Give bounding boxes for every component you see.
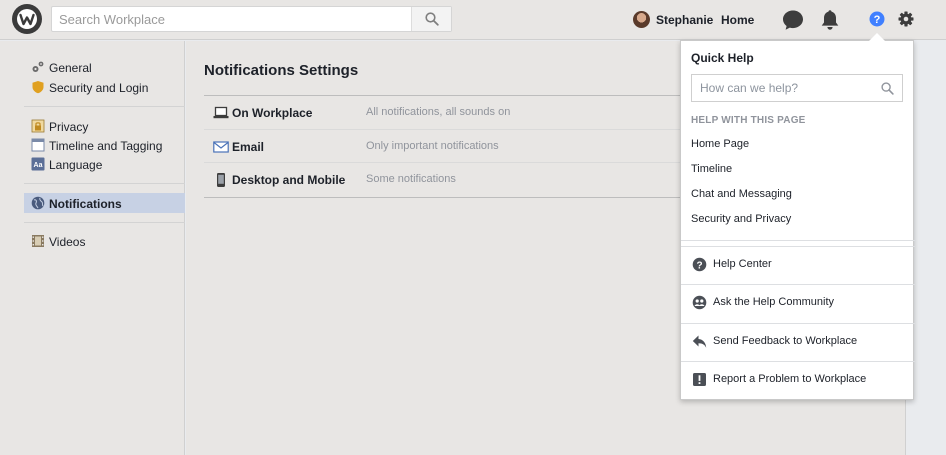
sidebar-divider	[24, 183, 185, 184]
svg-text:?: ?	[696, 260, 702, 271]
gear-icon[interactable]	[894, 8, 918, 32]
help-action-label: Help Center	[713, 258, 772, 270]
settings-row-name: Email	[232, 139, 265, 154]
help-section-heading: HELP WITH THIS PAGE	[691, 115, 806, 126]
page-title: Notifications Settings	[204, 62, 359, 79]
quick-help-dropdown: Quick Help HELP WITH THIS PAGE Home Page…	[680, 40, 915, 400]
sidebar-divider	[24, 222, 185, 223]
help-search-box	[691, 74, 903, 102]
globe-icon	[31, 196, 45, 210]
shield-icon	[32, 81, 44, 94]
settings-row-value: Some notifications	[366, 173, 456, 185]
user-name: Stephanie	[656, 13, 714, 27]
sidebar-item-label: Timeline and Tagging	[49, 139, 163, 153]
settings-row-name: Desktop and Mobile	[232, 173, 346, 187]
sidebar-item-general[interactable]: General	[24, 57, 185, 77]
report-problem-item[interactable]: Report a Problem to Workplace	[681, 361, 915, 399]
reply-arrow-icon	[692, 335, 707, 348]
help-link-chat-messaging[interactable]: Chat and Messaging	[691, 188, 792, 200]
lock-icon	[31, 119, 45, 133]
chat-icon[interactable]	[781, 8, 805, 32]
sidebar-item-label: General	[49, 61, 92, 75]
language-icon: Aa	[31, 157, 45, 171]
dropdown-divider	[681, 240, 915, 241]
home-link[interactable]: Home	[721, 13, 754, 27]
bell-icon[interactable]	[818, 8, 842, 32]
gears-icon	[32, 61, 44, 72]
search-box	[51, 6, 452, 32]
help-icon[interactable]: ?	[865, 8, 889, 32]
help-link-timeline[interactable]: Timeline	[691, 163, 732, 175]
exclamation-icon	[693, 373, 706, 386]
dropdown-pointer	[869, 33, 885, 41]
help-link-security-privacy[interactable]: Security and Privacy	[691, 213, 791, 225]
film-icon	[32, 235, 44, 247]
laptop-icon	[213, 106, 229, 119]
svg-text:?: ?	[874, 14, 881, 26]
help-center-item[interactable]: ? Help Center	[681, 246, 915, 284]
phone-icon	[217, 173, 225, 187]
search-button[interactable]	[411, 7, 451, 31]
help-search-input[interactable]	[692, 75, 872, 101]
settings-row-value: All notifications, all sounds on	[366, 106, 511, 118]
avatar	[633, 11, 650, 28]
quick-help-title: Quick Help	[691, 51, 754, 65]
help-action-label: Ask the Help Community	[713, 296, 835, 308]
help-action-label: Report a Problem to Workplace	[713, 373, 867, 385]
sidebar-divider	[24, 106, 185, 107]
sidebar-item-language[interactable]: Aa Language	[24, 154, 185, 174]
sidebar-item-label: Privacy	[49, 120, 89, 134]
question-circle-icon: ?	[692, 257, 707, 272]
sidebar-item-timeline[interactable]: Timeline and Tagging	[24, 135, 185, 155]
sidebar-item-privacy[interactable]: Privacy	[24, 116, 185, 136]
envelope-icon	[213, 140, 229, 153]
sidebar-item-videos[interactable]: Videos	[24, 231, 185, 251]
sidebar-item-notifications[interactable]: Notifications	[24, 193, 185, 213]
help-action-label: Send Feedback to Workplace	[713, 335, 858, 347]
search-icon[interactable]	[881, 82, 894, 95]
sidebar-item-security[interactable]: Security and Login	[24, 77, 185, 97]
search-icon	[425, 12, 439, 26]
top-bar: Stephanie Home ?	[0, 0, 946, 40]
settings-row-name: On Workplace	[232, 106, 313, 120]
send-feedback-item[interactable]: Send Feedback to Workplace	[681, 323, 915, 361]
community-icon	[692, 295, 707, 310]
timeline-icon	[31, 138, 45, 152]
ask-help-community-item[interactable]: Ask the Help Community	[681, 284, 915, 322]
workplace-logo-icon[interactable]	[12, 4, 42, 34]
sidebar-item-label: Videos	[49, 235, 86, 249]
svg-text:Aa: Aa	[34, 162, 43, 169]
settings-row-value: Only important notifications	[366, 139, 499, 152]
sidebar-item-label: Language	[49, 158, 103, 172]
search-input[interactable]	[52, 7, 412, 31]
sidebar-item-label: Security and Login	[49, 81, 149, 95]
help-link-home-page[interactable]: Home Page	[691, 138, 749, 150]
settings-sidebar: General Security and Login Privacy Timel…	[0, 41, 185, 455]
sidebar-item-label: Notifications	[49, 197, 122, 211]
